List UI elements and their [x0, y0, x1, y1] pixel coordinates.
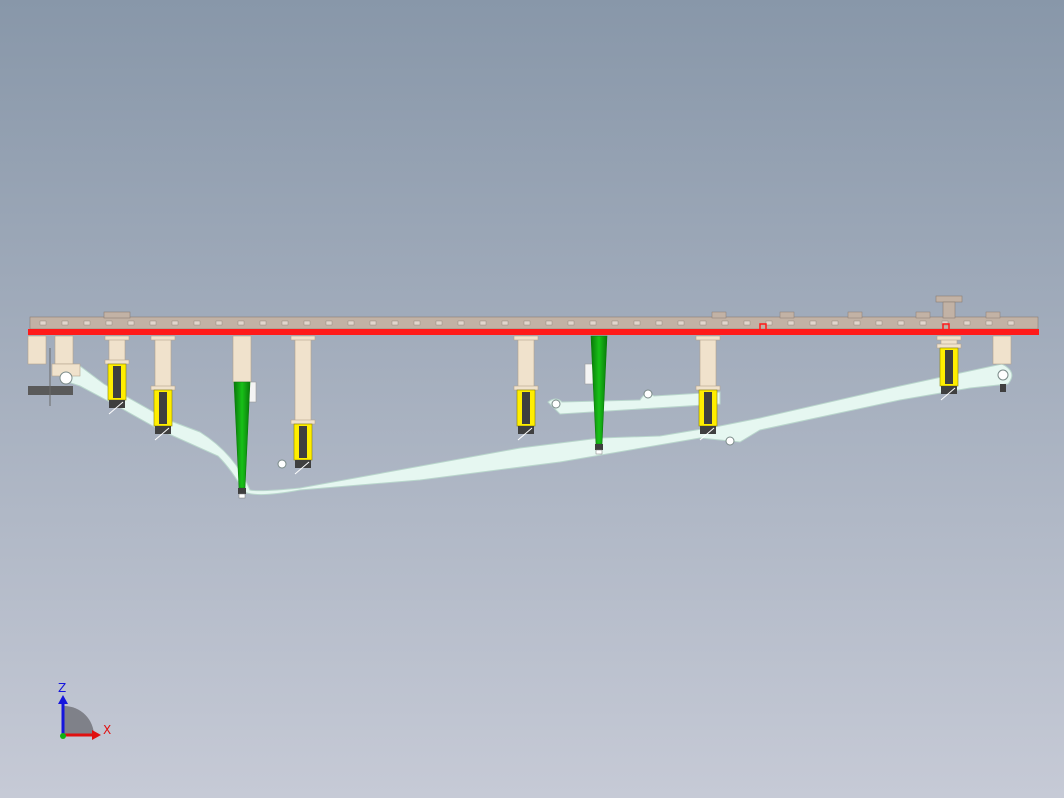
rail-slot: [919, 320, 927, 326]
rail-slot: [633, 320, 641, 326]
pin-cap: [238, 493, 246, 499]
rail-slot: [39, 320, 47, 326]
rail-slot: [655, 320, 663, 326]
rail-slot: [259, 320, 267, 326]
column-collar: [104, 335, 130, 341]
rail-slot: [963, 320, 971, 326]
column-collar: [695, 385, 721, 391]
rail-slot: [435, 320, 443, 326]
rail-slot: [215, 320, 223, 326]
clamp-core: [299, 426, 307, 458]
rail-slot: [281, 320, 289, 326]
support-pad: [1000, 384, 1006, 392]
rail-block: [847, 311, 863, 319]
rail-block: [985, 311, 1001, 319]
rail-slot: [677, 320, 685, 326]
rail-slot: [413, 320, 421, 326]
y-axis-dot: [60, 733, 66, 739]
column-collar: [936, 343, 962, 349]
column-collar: [104, 359, 130, 365]
fixture-model[interactable]: Z X: [0, 0, 1064, 798]
rail-slot: [545, 320, 553, 326]
rail-slot: [369, 320, 377, 326]
column-collar: [150, 335, 176, 341]
rail-slot: [61, 320, 69, 326]
rail-slot: [479, 320, 487, 326]
clamp-core: [113, 366, 121, 398]
rail-slot: [237, 320, 245, 326]
x-axis-label: X: [103, 723, 111, 737]
rail-slot: [721, 320, 729, 326]
rail-slot: [501, 320, 509, 326]
rail-block: [915, 311, 931, 319]
rail-slot: [171, 320, 179, 326]
rail-slot: [347, 320, 355, 326]
clamp-column: [294, 335, 312, 423]
column-collar: [290, 335, 316, 341]
support-column: [992, 335, 1012, 365]
rail-slot: [391, 320, 399, 326]
rail-slot: [193, 320, 201, 326]
pin-tip: [595, 444, 603, 450]
rail-slot: [127, 320, 135, 326]
clamp-core: [159, 392, 167, 424]
rail-slot: [699, 320, 707, 326]
column-collar: [695, 335, 721, 341]
rail-slot: [567, 320, 575, 326]
pin-cap: [595, 449, 603, 455]
clamp-column: [699, 335, 717, 391]
rail-slot: [83, 320, 91, 326]
pin-bracket: [584, 363, 594, 385]
clamp-core: [704, 392, 712, 424]
rail-slot: [149, 320, 157, 326]
rail-slot: [457, 320, 465, 326]
rail-slot: [809, 320, 817, 326]
clamp-core: [522, 392, 530, 424]
column-collar: [150, 385, 176, 391]
rail-slot: [303, 320, 311, 326]
rail-slot: [1007, 320, 1015, 326]
rail-slot: [985, 320, 993, 326]
z-axis-label: Z: [58, 681, 66, 695]
column-collar: [936, 335, 962, 341]
rail-slot: [589, 320, 597, 326]
column-collar: [513, 335, 539, 341]
rail-slot: [787, 320, 795, 326]
pin-column: [232, 335, 252, 383]
clamp-column: [517, 335, 535, 389]
rail-slot: [897, 320, 905, 326]
rail-slot: [325, 320, 333, 326]
column-collar: [290, 419, 316, 425]
rail-slot: [105, 320, 113, 326]
rail-slot: [853, 320, 861, 326]
rail-slot: [523, 320, 531, 326]
clamp-column: [154, 335, 172, 389]
rail-block: [711, 311, 727, 319]
rail-slot: [765, 320, 773, 326]
cad-viewport[interactable]: Z X: [0, 0, 1064, 798]
rail-slot: [611, 320, 619, 326]
pin-tip: [238, 488, 246, 494]
rail-block: [779, 311, 795, 319]
rail-slot: [875, 320, 883, 326]
rail-slot: [743, 320, 751, 326]
clamp-core: [945, 350, 953, 384]
column-collar: [513, 385, 539, 391]
red-datum-beam[interactable]: [28, 329, 1039, 335]
rail-slot: [831, 320, 839, 326]
